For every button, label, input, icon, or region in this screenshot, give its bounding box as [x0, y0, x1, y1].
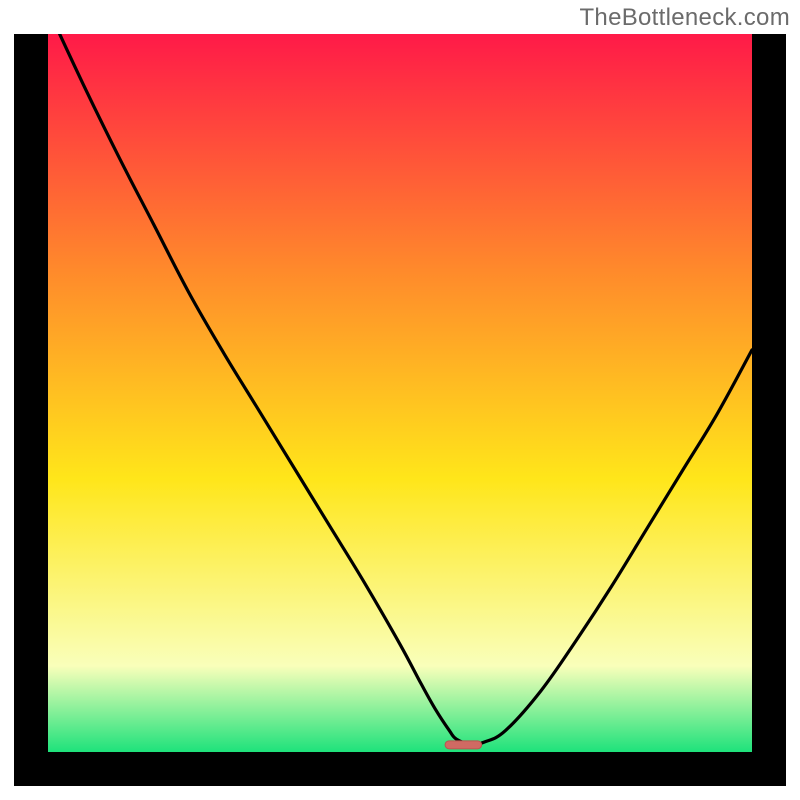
watermark-text: TheBottleneck.com: [579, 4, 790, 32]
bottleneck-curve: [48, 34, 752, 744]
plot-overlay: [48, 34, 752, 752]
plot-area: [14, 34, 786, 786]
optimum-marker: [445, 741, 482, 749]
chart-frame: TheBottleneck.com: [0, 0, 800, 800]
